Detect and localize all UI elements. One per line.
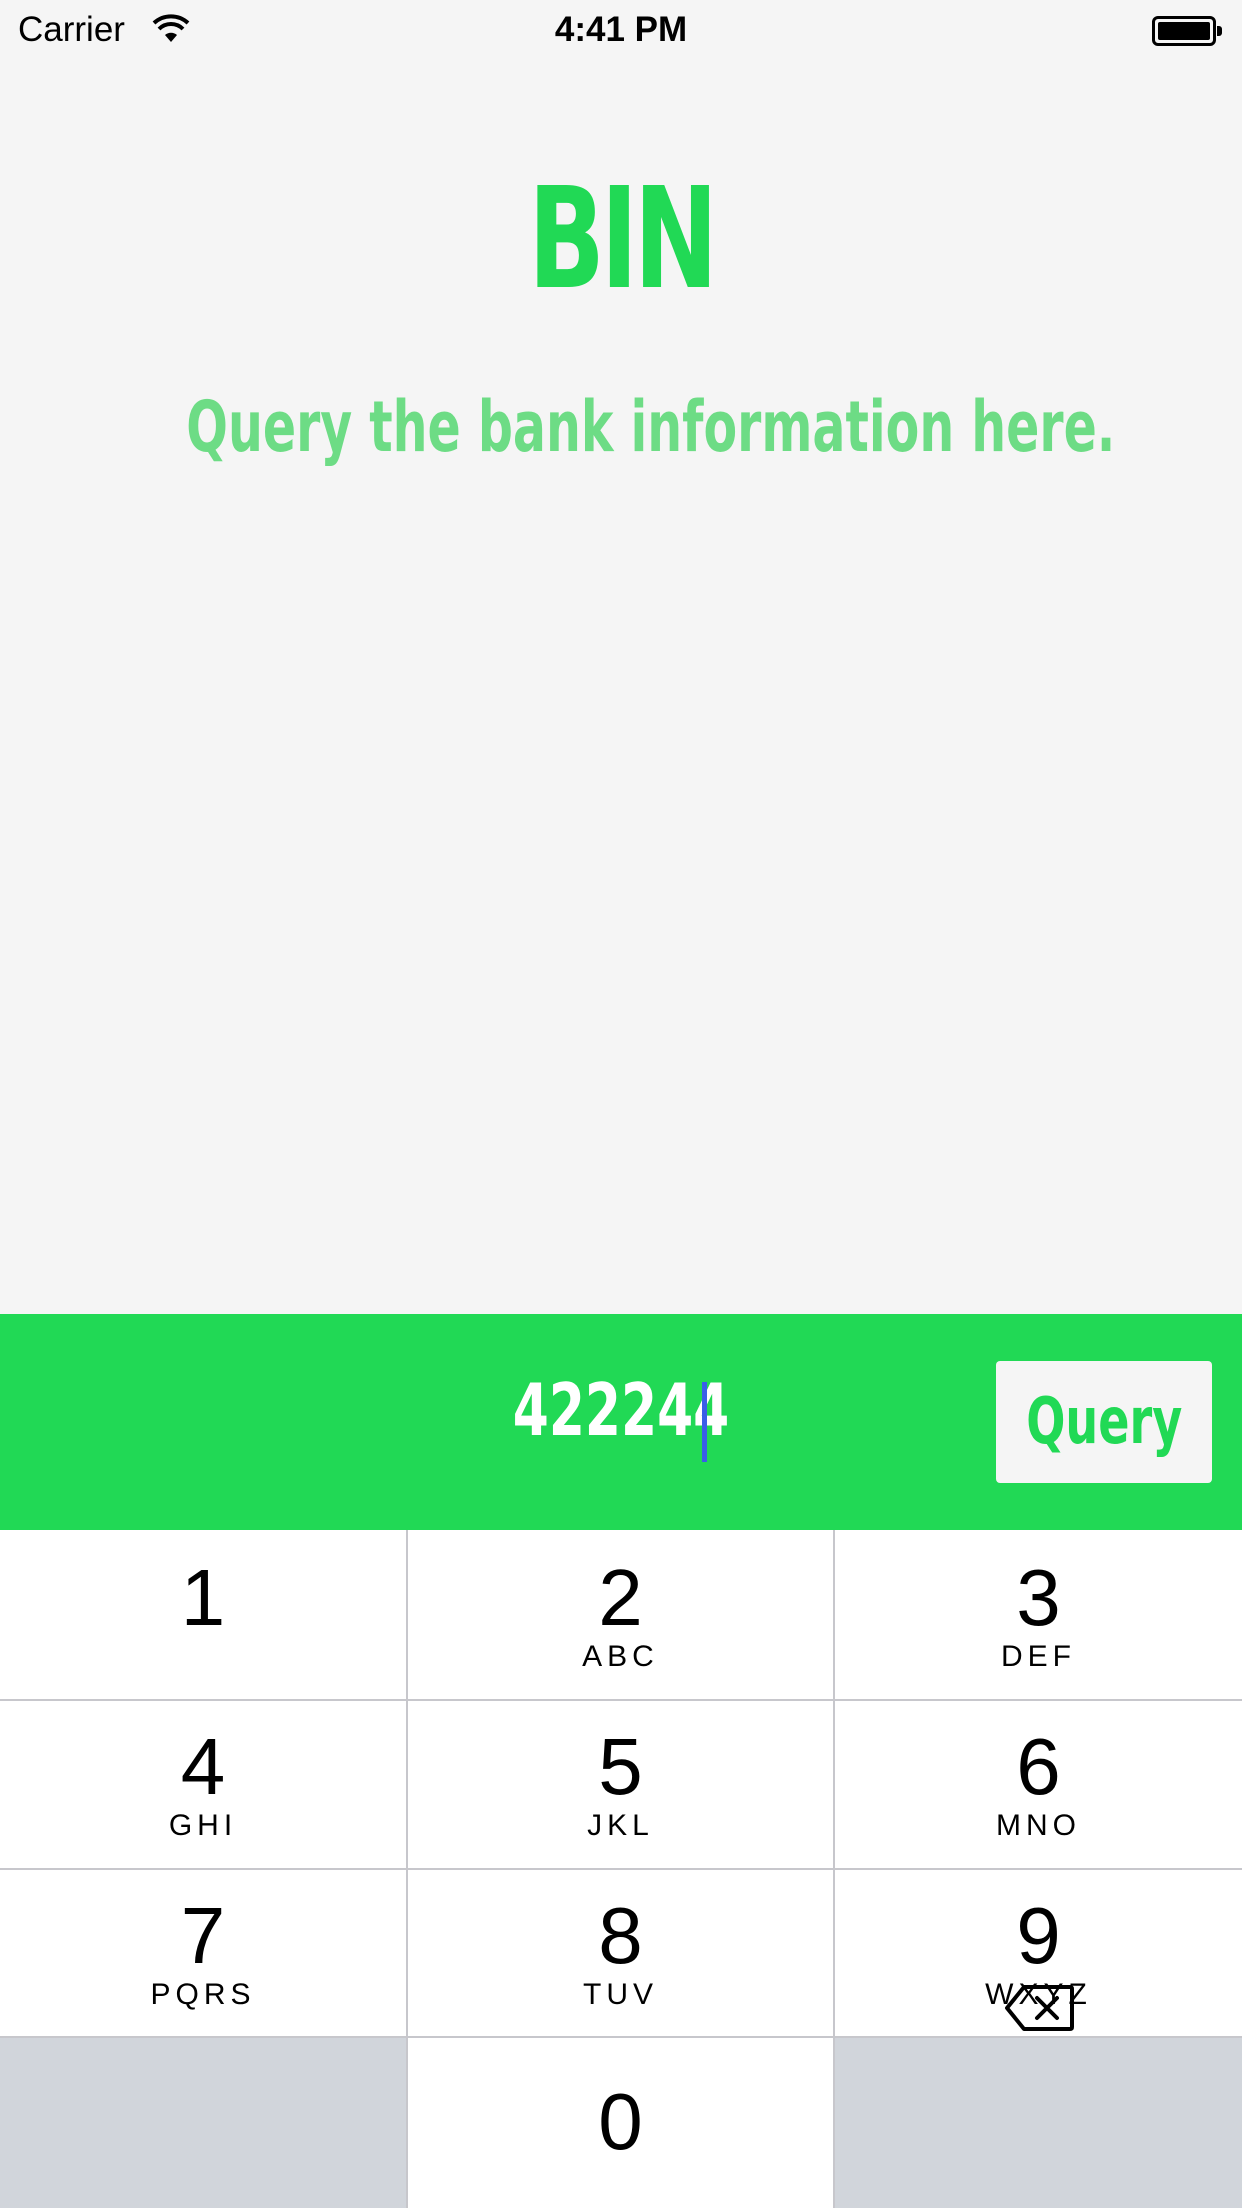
bin-input-field[interactable]: 422244 [174, 1374, 1068, 1446]
key-0-digit: 0 [598, 2077, 643, 2166]
battery-icon [1152, 16, 1222, 46]
key-5[interactable]: 5 JKL [408, 1701, 833, 1868]
backspace-icon [1005, 1985, 1074, 2031]
key-7-digit: 7 [180, 1891, 226, 1980]
key-6[interactable]: 6 MNO [835, 1701, 1242, 1868]
key-6-letters: MNO [996, 1809, 1081, 1842]
key-0[interactable]: 0 [408, 2038, 833, 2208]
query-button[interactable]: Query [996, 1361, 1212, 1483]
text-caret [702, 1382, 707, 1462]
clock: 4:41 PM [554, 10, 688, 49]
key-5-letters: JKL [587, 1809, 654, 1842]
query-button-label: Query [1026, 1385, 1183, 1459]
key-4[interactable]: 4 GHI [0, 1701, 406, 1868]
key-3-digit: 3 [1016, 1553, 1061, 1642]
key-8[interactable]: 8 TUV [408, 1870, 833, 2036]
key-4-digit: 4 [180, 1722, 226, 1811]
query-bar: 422244 Query [0, 1314, 1242, 1530]
key-1-digit: 1 [180, 1553, 226, 1642]
key-8-letters: TUV [583, 1978, 658, 2011]
key-1[interactable]: 1 [0, 1530, 406, 1699]
status-bar: Carrier 4:41 PM [0, 0, 1242, 60]
key-7[interactable]: 7 PQRS [0, 1870, 406, 2036]
key-8-digit: 8 [598, 1891, 643, 1980]
app-subtitle: Query the bank information here. [186, 386, 1116, 468]
key-3-letters: DEF [1001, 1640, 1076, 1673]
key-6-digit: 6 [1016, 1722, 1061, 1811]
key-blank [0, 2038, 406, 2208]
key-2-letters: ABC [582, 1640, 659, 1673]
key-7-letters: PQRS [150, 1978, 256, 2011]
key-4-letters: GHI [168, 1809, 238, 1842]
key-3[interactable]: 3 DEF [835, 1530, 1242, 1699]
key-2-digit: 2 [598, 1553, 643, 1642]
key-9-digit: 9 [1016, 1891, 1061, 1980]
key-5-digit: 5 [598, 1722, 643, 1811]
backspace-key[interactable] [835, 2038, 1242, 2208]
numeric-keypad: 1 2 ABC 3 DEF 4 GHI 5 JKL 6 MNO 7 PQRS 8… [0, 1530, 1242, 2208]
key-2[interactable]: 2 ABC [408, 1530, 833, 1699]
app-title: BIN [528, 158, 718, 321]
